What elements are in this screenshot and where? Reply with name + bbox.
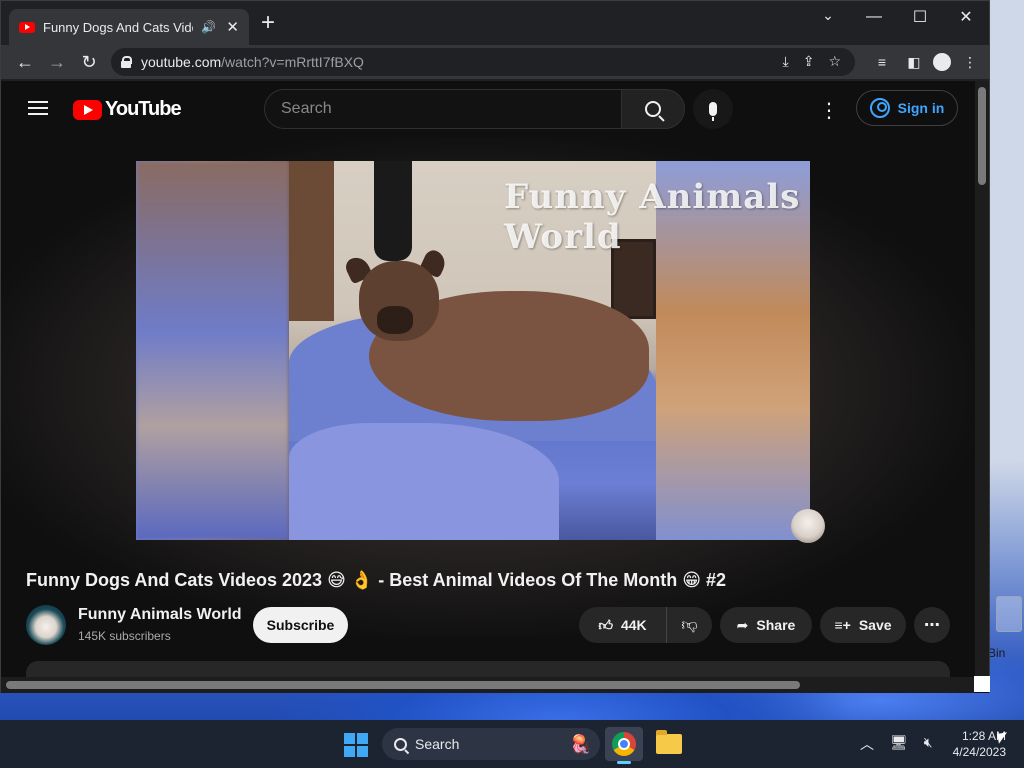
search-button[interactable] [621,89,685,129]
folder-icon [656,730,682,754]
maximize-icon[interactable]: ☐ [897,5,943,29]
tab-title: Funny Dogs And Cats Videos [43,19,193,35]
settings-menu-icon[interactable]: ⋮ [819,98,839,123]
channel-row: Funny Animals World 145K subscribers Sub… [26,603,966,647]
search-icon [645,101,661,117]
more-actions-icon[interactable]: ⋯ [914,607,950,643]
profile-avatar-icon[interactable] [933,53,951,71]
close-tab-icon[interactable]: ✕ [226,18,239,36]
vertical-scrollbar[interactable] [975,81,989,677]
youtube-favicon-icon [19,21,35,33]
dislike-button[interactable]: 👎︎ [667,616,712,635]
horizontal-scroll-thumb[interactable] [6,681,800,689]
share-page-icon[interactable]: ⇪ [803,53,815,70]
user-icon [869,98,890,118]
video-watermark: Funny Animals World [504,177,801,257]
recycle-bin-label: Bin [988,646,1006,660]
show-hidden-icons-chevron-icon[interactable]: ︿ [860,734,874,754]
video-player[interactable]: Funny Animals World [136,161,810,540]
tab-search-chevron-icon[interactable]: ⌄ [813,7,843,27]
minimize-icon[interactable]: — [851,5,897,29]
channel-watermark-icon[interactable] [791,509,825,543]
file-explorer-taskbar-button[interactable] [650,727,688,761]
sign-in-button[interactable]: Sign in [856,90,958,126]
share-arrow-icon: ➦ [736,616,749,633]
speaker-icon[interactable]: 🔊 [201,20,216,34]
thumbs-up-icon: 👍︎ [598,616,613,633]
clock-date: 4/24/2023 [952,745,1006,759]
video-title: Funny Dogs And Cats Videos 2023 😅 👌 - Be… [26,570,727,590]
browser-toolbar: ← → ↻ youtube.com/watch?v=mRrttI7fBXQ ⤓ … [1,45,989,79]
microphone-icon [709,102,717,121]
browser-window: Funny Dogs And Cats Videos 🔊 ✕ + ⌄ — ☐ ✕… [0,0,990,693]
mouse-cursor-icon [997,732,1009,744]
tab-youtube[interactable]: Funny Dogs And Cats Videos 🔊 ✕ [9,9,249,45]
back-arrow-icon[interactable]: ← [9,48,41,76]
windows-start-icon[interactable] [344,733,368,757]
channel-avatar[interactable] [26,605,66,645]
bookmark-star-icon[interactable]: ☆ [828,53,841,70]
playlist-add-icon: ≡+ [834,617,851,633]
vertical-scroll-thumb[interactable] [978,87,986,185]
subscribe-button[interactable]: Subscribe [253,607,348,643]
system-tray: ︿ 🖥︎ 🔇︎ [860,734,933,754]
volume-muted-icon[interactable]: 🔇︎ [924,734,933,754]
taskbar-search[interactable]: Search 🪼 [382,728,600,760]
subscriber-count: 145K subscribers [78,629,171,643]
page-viewport: YouTube Search ⋮ Sign in Funny Animals W… [1,81,989,693]
hamburger-menu-icon[interactable] [28,101,48,115]
recycle-bin-icon[interactable] [996,596,1022,632]
taskbar: Search 🪼 ︿ 🖥︎ 🔇︎ 1:28 AM 4/24/2023 [0,720,1024,768]
like-dislike-group: 👍︎ 44K 👎︎ [579,607,712,643]
horizontal-scrollbar[interactable] [1,677,975,693]
like-count: 44K [620,617,647,633]
channel-name[interactable]: Funny Animals World [78,606,242,624]
like-button[interactable]: 👍︎ 44K [579,607,667,643]
clock[interactable]: 1:28 AM 4/24/2023 [944,728,1006,760]
lock-icon[interactable] [121,56,132,68]
search-input[interactable]: Search [264,89,622,129]
voice-search-button[interactable] [693,89,733,129]
search-icon [394,737,407,751]
url-text[interactable]: youtube.com/watch?v=mRrttI7fBXQ [141,54,364,70]
youtube-play-icon [73,99,102,120]
share-button[interactable]: ➦ Share [720,607,812,643]
new-tab-button[interactable]: + [261,11,275,35]
scroll-corner [974,676,990,692]
thumbs-down-icon: 👎︎ [681,616,698,634]
search-highlight-icon: 🪼 [569,734,592,754]
save-button[interactable]: ≡+ Save [820,607,906,643]
side-panel-icon[interactable]: ◧ [901,49,927,75]
chrome-icon [612,732,636,756]
chrome-taskbar-button[interactable] [605,727,643,764]
video-blur-left [136,161,289,540]
address-bar[interactable]: youtube.com/watch?v=mRrttI7fBXQ ⤓ ⇪ ☆ [111,48,855,76]
network-icon[interactable]: 🖥︎ [890,734,908,754]
close-window-icon[interactable]: ✕ [943,5,989,29]
youtube-logo[interactable]: YouTube [73,98,182,121]
reload-icon[interactable]: ↻ [73,48,105,76]
browser-menu-icon[interactable]: ⋮ [957,49,983,75]
window-controls: — ☐ ✕ [851,5,989,29]
youtube-header: YouTube Search ⋮ Sign in [1,81,989,137]
forward-arrow-icon[interactable]: → [41,48,73,76]
tab-strip: Funny Dogs And Cats Videos 🔊 ✕ + ⌄ — ☐ ✕ [1,1,989,45]
install-app-icon[interactable]: ⤓ [783,53,789,70]
media-queue-icon[interactable]: ≡ [869,49,895,75]
